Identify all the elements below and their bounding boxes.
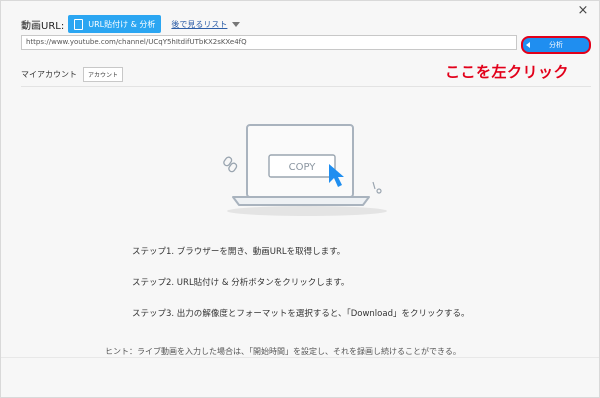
- account-row: マイアカウント アカウント: [21, 67, 124, 82]
- step-2: ステップ2. URL貼付け & 分析ボタンをクリックします。: [132, 278, 350, 288]
- step-1: ステップ1. ブラウザーを開き、動画URLを取得します。: [132, 247, 346, 257]
- divider: [21, 86, 591, 87]
- analyze-button[interactable]: 分析: [521, 36, 591, 54]
- url-input[interactable]: [21, 35, 517, 50]
- hint-text: ヒント：ライブ動画を入力した場合は、「開始時間」を設定し、それを録画し続けること…: [105, 347, 461, 356]
- bottom-divider: [1, 357, 599, 358]
- my-account-label: マイアカウント: [21, 70, 77, 79]
- clipboard-icon: [74, 18, 84, 30]
- laptop-illustration: COPY: [223, 124, 387, 216]
- paste-analyze-label: URL貼付け & 分析: [88, 19, 156, 29]
- step-3: ステップ3. 出力の解像度とフォーマットを選択すると、「Download」をクリ…: [132, 309, 470, 319]
- paste-analyze-button[interactable]: URL貼付け & 分析: [68, 15, 162, 33]
- url-label: 動画URL:: [21, 20, 65, 32]
- chevron-down-icon[interactable]: [232, 21, 241, 27]
- watch-later-link[interactable]: 後で見るリスト: [171, 19, 227, 30]
- play-left-icon: [526, 42, 530, 48]
- copy-label: COPY: [289, 162, 317, 173]
- analyze-label: 分析: [549, 41, 563, 49]
- steps-list: ステップ1. ブラウザーを開き、動画URLを取得します。 ステップ2. URL貼…: [132, 245, 469, 338]
- link-icon: [223, 156, 238, 173]
- url-row: 動画URL: URL貼付け & 分析 後で見るリスト: [21, 14, 241, 34]
- sparkle-icon: [372, 181, 382, 194]
- app-window: × 動画URL: URL貼付け & 分析 後で見るリスト 分析 ここを左クリック…: [0, 0, 600, 398]
- annotation-text: ここを左クリック: [445, 63, 570, 81]
- account-button[interactable]: アカウント: [83, 67, 124, 82]
- close-icon[interactable]: ×: [575, 3, 591, 19]
